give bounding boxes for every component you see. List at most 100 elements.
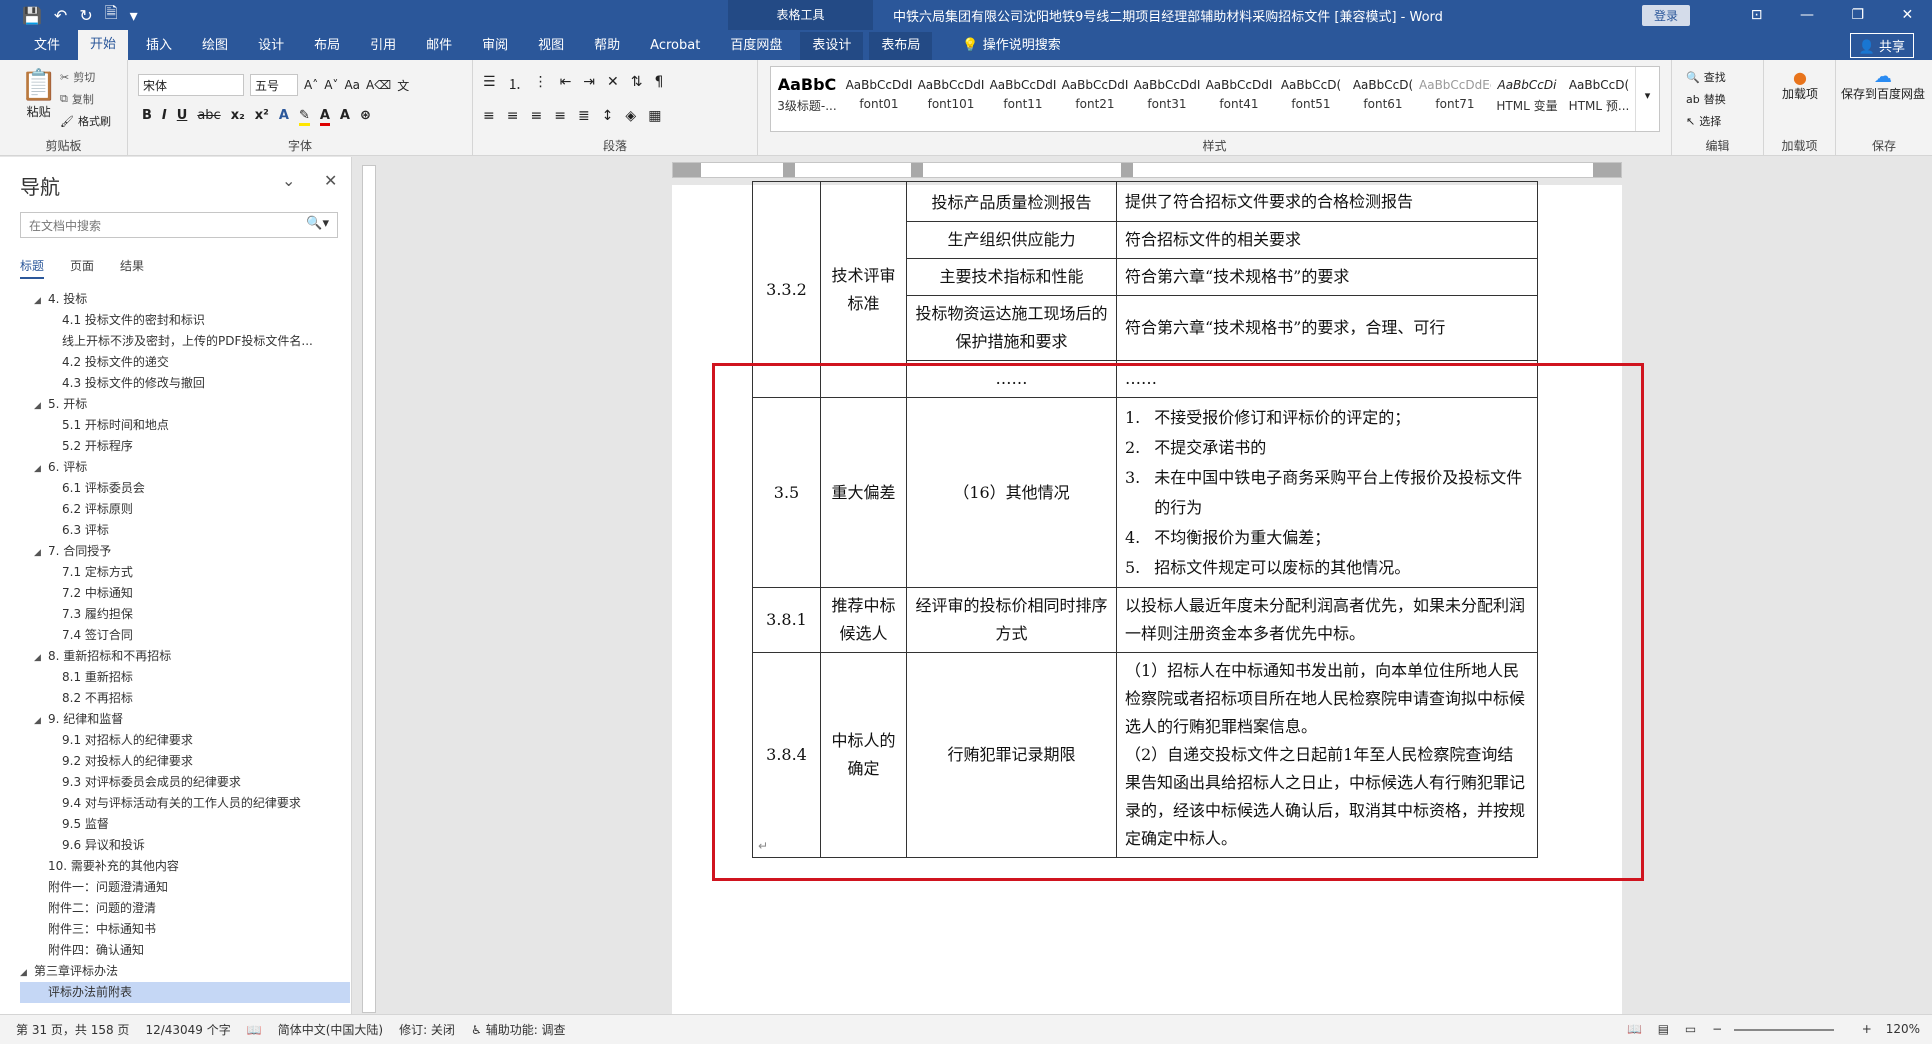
- nav-heading-item[interactable]: 5.2 开标程序: [20, 436, 350, 457]
- tab-layout[interactable]: 布局: [302, 32, 352, 60]
- style-item[interactable]: AaBbCcDdI font01: [843, 67, 915, 131]
- nav-heading-item[interactable]: ◢ 5. 开标: [20, 394, 350, 415]
- redo-icon[interactable]: ↻: [79, 6, 92, 25]
- accessibility-icon[interactable]: ♿: [471, 1023, 482, 1037]
- style-item[interactable]: AaBbCcDdI font21: [1059, 67, 1131, 131]
- strikethrough-icon[interactable]: abc: [197, 108, 220, 126]
- page-count[interactable]: 第 31 页，共 158 页: [16, 1021, 129, 1038]
- tab-mailings[interactable]: 邮件: [414, 32, 464, 60]
- underline-icon[interactable]: U: [177, 108, 188, 126]
- shading-icon[interactable]: ◈: [625, 108, 636, 124]
- nav-heading-item[interactable]: 7.2 中标通知: [20, 583, 350, 604]
- factor-cell[interactable]: 投标产品质量检测报告: [906, 181, 1117, 222]
- standard-cell[interactable]: 符合第六章“技术规格书”的要求，合理、可行: [1116, 295, 1538, 361]
- nav-heading-item[interactable]: 9.3 对评标委员会成员的纪律要求: [20, 772, 350, 793]
- collapse-triangle-icon[interactable]: ◢: [34, 459, 48, 478]
- sort-icon[interactable]: ⇅: [631, 74, 643, 94]
- nav-heading-item[interactable]: 7.1 定标方式: [20, 562, 350, 583]
- borders-icon[interactable]: ▦: [648, 108, 661, 124]
- format-painter-button[interactable]: 🖌 格式刷: [60, 110, 111, 132]
- zoom-in-icon[interactable]: +: [1862, 1022, 1872, 1036]
- tab-review[interactable]: 审阅: [470, 32, 520, 60]
- nav-tab-results[interactable]: 结果: [120, 257, 144, 279]
- subscript-icon[interactable]: x₂: [231, 108, 245, 126]
- nav-heading-item[interactable]: 4.3 投标文件的修改与撤回: [20, 373, 350, 394]
- factor-cell[interactable]: 投标物资运达施工现场后的保护措施和要求: [906, 295, 1117, 361]
- language[interactable]: 简体中文(中国大陆): [278, 1021, 383, 1038]
- nav-heading-item[interactable]: 附件二：问题的澄清: [20, 898, 350, 919]
- superscript-icon[interactable]: x²: [255, 108, 269, 126]
- justify-icon[interactable]: ≡: [554, 108, 566, 124]
- nav-heading-item[interactable]: 附件四：确认通知: [20, 940, 350, 961]
- align-right-icon[interactable]: ≡: [530, 108, 542, 124]
- select-button[interactable]: ↖ 选择: [1686, 110, 1726, 132]
- nav-heading-item[interactable]: 10. 需要补充的其他内容: [20, 856, 350, 877]
- web-layout-icon[interactable]: ▭: [1685, 1022, 1696, 1036]
- style-item[interactable]: AaBbC 3级标题-...: [771, 67, 843, 131]
- zoom-out-icon[interactable]: −: [1712, 1022, 1722, 1036]
- font-size-select[interactable]: 五号: [250, 74, 298, 96]
- replace-button[interactable]: ab 替换: [1686, 88, 1726, 110]
- italic-icon[interactable]: I: [162, 108, 167, 126]
- maximize-icon[interactable]: ❐: [1851, 7, 1864, 23]
- save-icon[interactable]: 💾: [22, 6, 42, 25]
- numbering-icon[interactable]: ⒈: [508, 74, 522, 94]
- nav-heading-item[interactable]: 评标办法前附表: [20, 982, 350, 1003]
- nav-search-input[interactable]: 在文档中搜索 🔍▾: [20, 212, 338, 238]
- tab-references[interactable]: 引用: [358, 32, 408, 60]
- chinese-layout-icon[interactable]: ✕: [607, 74, 619, 94]
- styles-more-icon[interactable]: ▾: [1635, 67, 1659, 131]
- close-icon[interactable]: ✕: [1901, 7, 1913, 23]
- enclose-char-icon[interactable]: ⊛: [360, 108, 371, 126]
- highlight-icon[interactable]: ✎: [298, 108, 310, 126]
- style-item[interactable]: AaBbCcDi HTML 变量: [1491, 67, 1563, 131]
- nav-heading-item[interactable]: 9.4 对与评标活动有关的工作人员的纪律要求: [20, 793, 350, 814]
- tab-table-design[interactable]: 表设计: [800, 32, 864, 60]
- decrease-indent-icon[interactable]: ⇤: [560, 74, 572, 94]
- nav-heading-item[interactable]: 4.1 投标文件的密封和标识: [20, 310, 350, 331]
- find-button[interactable]: 🔍 查找: [1686, 66, 1726, 88]
- nav-heading-item[interactable]: 6.3 评标: [20, 520, 350, 541]
- style-item[interactable]: AaBbCcD(font61: [1347, 67, 1419, 131]
- proofing-icon[interactable]: 📖: [247, 1023, 262, 1037]
- addins-button[interactable]: ● 加载项: [1780, 68, 1820, 101]
- nav-heading-item[interactable]: 9.1 对招标人的纪律要求: [20, 730, 350, 751]
- tab-draw[interactable]: 绘图: [190, 32, 240, 60]
- track-changes[interactable]: 修订: 关闭: [399, 1021, 455, 1038]
- tab-help[interactable]: 帮助: [582, 32, 632, 60]
- tab-file[interactable]: 文件: [22, 32, 72, 60]
- cut-button[interactable]: ✂ 剪切: [60, 66, 111, 88]
- collapse-triangle-icon[interactable]: ◢: [34, 648, 48, 667]
- standard-cell[interactable]: 符合招标文件的相关要求: [1116, 221, 1538, 259]
- style-item[interactable]: AaBbCcDdI font11: [987, 67, 1059, 131]
- bullets-icon[interactable]: ☰: [483, 74, 496, 94]
- ribbon-display-icon[interactable]: ⊡: [1751, 7, 1763, 23]
- read-mode-icon[interactable]: 📖: [1627, 1022, 1642, 1036]
- nav-heading-item[interactable]: 9.6 异议和投诉: [20, 835, 350, 856]
- factor-cell[interactable]: 主要技术指标和性能: [906, 258, 1117, 296]
- ruler-column-marker[interactable]: [783, 163, 795, 177]
- copy-button[interactable]: ⧉ 复制: [60, 88, 111, 110]
- collapse-triangle-icon[interactable]: ◢: [34, 543, 48, 562]
- nav-heading-item[interactable]: ◢ 4. 投标: [20, 289, 350, 310]
- ruler-column-marker[interactable]: [911, 163, 923, 177]
- grow-font-icon[interactable]: A˄: [304, 78, 318, 92]
- accessibility-status[interactable]: 辅助功能: 调查: [486, 1021, 566, 1038]
- word-count[interactable]: 12/43049 个字: [145, 1021, 230, 1038]
- show-marks-icon[interactable]: ¶: [655, 74, 664, 94]
- print-layout-icon[interactable]: ▤: [1658, 1022, 1669, 1036]
- char-shading-icon[interactable]: A: [340, 108, 350, 126]
- bold-icon[interactable]: B: [142, 108, 152, 126]
- nav-heading-item[interactable]: 附件一：问题澄清通知: [20, 877, 350, 898]
- collapse-triangle-icon[interactable]: ◢: [34, 396, 48, 415]
- undo-icon[interactable]: ↶: [54, 6, 67, 25]
- tab-insert[interactable]: 插入: [134, 32, 184, 60]
- minimize-icon[interactable]: —: [1800, 7, 1814, 23]
- save-baidu-button[interactable]: ☁ 保存到百度网盘: [1840, 66, 1926, 101]
- nav-heading-item[interactable]: 线上开标不涉及密封，上传的PDF投标文件名...: [20, 331, 350, 352]
- nav-heading-item[interactable]: ◢ 9. 纪律和监督: [20, 709, 350, 730]
- tell-me-search[interactable]: 💡 操作说明搜索: [950, 32, 1072, 60]
- nav-tab-headings[interactable]: 标题: [20, 257, 45, 279]
- text-effects-icon[interactable]: A: [279, 108, 289, 126]
- nav-heading-item[interactable]: 8.1 重新招标: [20, 667, 350, 688]
